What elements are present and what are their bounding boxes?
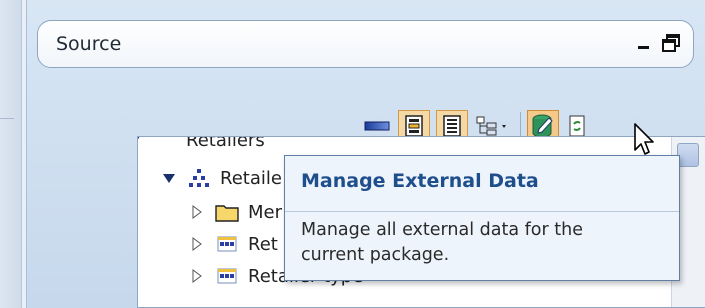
folder-icon: [214, 201, 240, 223]
minimize-icon: [638, 46, 649, 49]
minimize-button[interactable]: [631, 29, 657, 57]
query-subject-icon: [152, 137, 178, 151]
tree-item-label: Ret: [248, 233, 278, 255]
pane-divider-mark: [0, 118, 14, 122]
scrollbar-thumb[interactable]: [677, 143, 699, 167]
refresh-icon: [569, 115, 585, 137]
expand-icon[interactable]: [188, 203, 206, 221]
tooltip-body: Manage all external data for the current…: [301, 218, 661, 268]
tree-item-label: Retailers: [186, 136, 265, 151]
panel-title-bar: Source: [37, 20, 694, 68]
tooltip-line-2: current package.: [301, 245, 450, 265]
restore-icon: [662, 34, 680, 52]
tree-row-retailer-hierarchy[interactable]: Retaile: [160, 163, 282, 193]
panel-title: Source: [56, 33, 122, 55]
expand-icon[interactable]: [188, 235, 206, 253]
tree-options-icon: [476, 116, 506, 136]
tree-item-label: Retaile: [220, 167, 282, 189]
tree-row-folder[interactable]: Mer: [188, 197, 282, 227]
expand-icon[interactable]: [188, 267, 206, 285]
list-icon: [443, 115, 461, 137]
collapse-icon[interactable]: [138, 137, 144, 149]
collapse-icon[interactable]: [160, 169, 178, 187]
tooltip: Manage External Data Manage all external…: [284, 155, 680, 281]
level-icon: [214, 265, 240, 287]
tree-row-level[interactable]: Ret: [188, 229, 278, 259]
tooltip-title: Manage External Data: [285, 156, 679, 212]
view-icon: [405, 115, 423, 137]
hierarchy-icon: [186, 167, 212, 189]
mouse-pointer-icon: [634, 123, 654, 155]
tree-row-retailers[interactable]: Retailers: [138, 136, 265, 155]
tooltip-line-1: Manage all external data for the: [301, 220, 583, 240]
tree-item-label: Mer: [248, 201, 283, 223]
restore-button[interactable]: [658, 29, 684, 57]
level-icon: [214, 233, 240, 255]
adjacent-pane-edge: [0, 0, 22, 308]
eraser-icon: [364, 121, 390, 131]
